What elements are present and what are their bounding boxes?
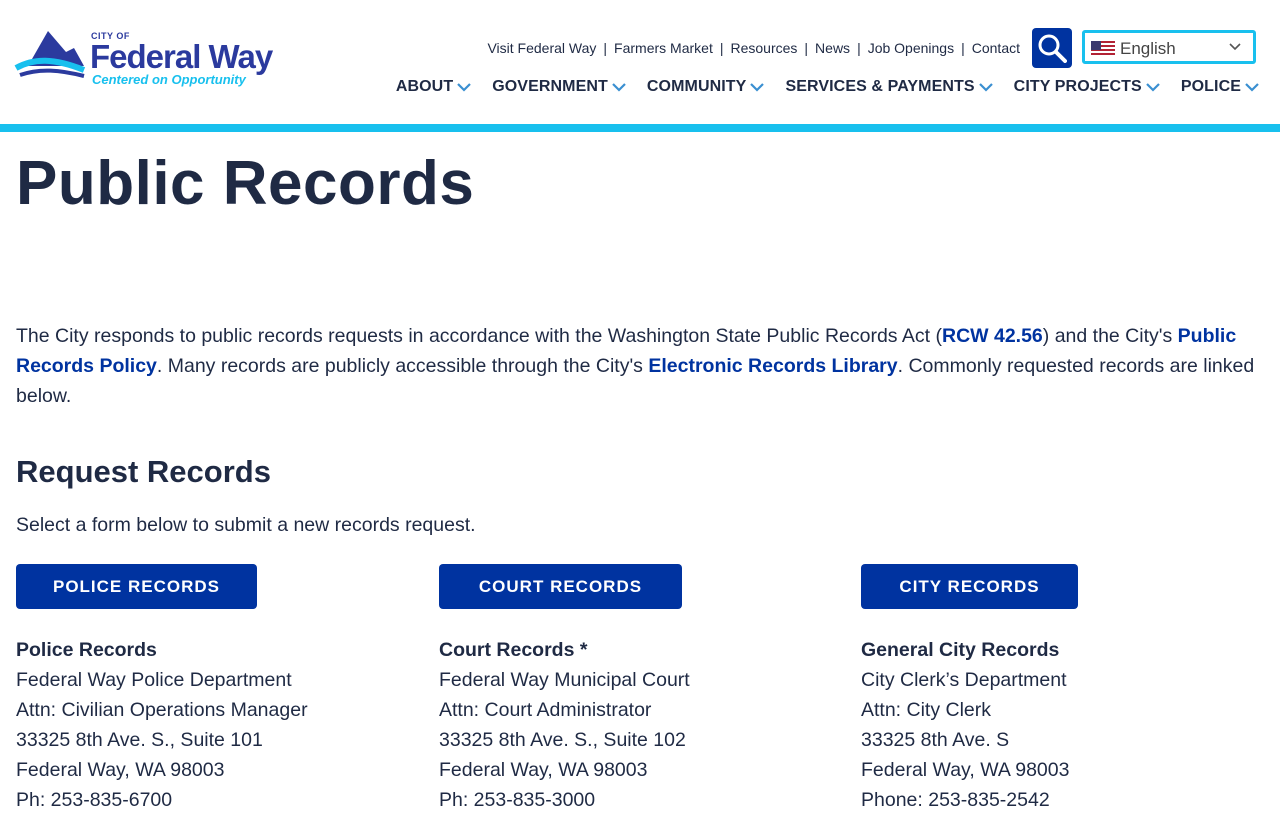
utility-nav: Visit Federal Way | Farmers Market | Res…	[487, 40, 1020, 56]
header-accent-bar	[0, 124, 1280, 132]
police-records-department: Federal Way Police Department	[16, 669, 292, 691]
utility-separator: |	[804, 40, 809, 56]
city-logo[interactable]: CITY OF Federal Way Centered on Opportun…	[14, 28, 276, 90]
chevron-down-icon	[1229, 43, 1241, 51]
court-records-heading: Court Records *	[439, 639, 588, 661]
search-button[interactable]	[1032, 28, 1072, 68]
police-records-address: 33325 8th Ave. S., Suite 101	[16, 729, 263, 751]
chevron-down-icon	[611, 81, 627, 93]
court-records-attn: Attn: Court Administrator	[439, 699, 652, 721]
police-records-heading: Police Records	[16, 639, 157, 661]
utility-link-visit[interactable]: Visit Federal Way	[487, 40, 596, 56]
chevron-down-icon	[749, 81, 765, 93]
utility-link-job-openings[interactable]: Job Openings	[868, 40, 954, 56]
us-flag-icon	[1091, 41, 1115, 57]
police-records-card: POLICE RECORDS Police Records Federal Wa…	[16, 564, 308, 815]
site-header: CITY OF Federal Way Centered on Opportun…	[0, 0, 1280, 124]
chevron-down-icon	[1145, 81, 1161, 93]
nav-community[interactable]: COMMUNITY	[647, 78, 766, 96]
court-records-card: COURT RECORDS Court Records * Federal Wa…	[439, 564, 690, 815]
police-records-phone: Ph: 253-835-6700	[16, 789, 173, 811]
court-records-address: 33325 8th Ave. S., Suite 102	[439, 729, 686, 751]
nav-police[interactable]: POLICE	[1181, 78, 1260, 96]
logo-name: Federal Way	[90, 38, 273, 75]
city-records-phone: Phone: 253-835-2542	[861, 789, 1050, 811]
logo-tagline: Centered on Opportunity	[92, 72, 246, 87]
request-records-heading: Request Records	[16, 454, 271, 489]
nav-police-label: POLICE	[1180, 78, 1241, 95]
city-records-heading: General City Records	[861, 639, 1060, 661]
request-records-text: Select a form below to submit a new reco…	[16, 514, 476, 536]
intro-text: . Many records are publicly accessible t…	[156, 355, 649, 377]
city-records-department: City Clerk’s Department	[861, 669, 1067, 691]
language-select-value: English	[1120, 39, 1176, 58]
city-records-button[interactable]: CITY RECORDS	[861, 564, 1078, 609]
nav-services-payments[interactable]: SERVICES & PAYMENTS	[785, 78, 993, 96]
police-records-attn: Attn: Civilian Operations Manager	[16, 699, 308, 721]
intro-text: ) and the City's	[1042, 325, 1178, 347]
court-records-city: Federal Way, WA 98003	[439, 759, 648, 781]
nav-city-projects[interactable]: CITY PROJECTS	[1014, 78, 1161, 96]
electronic-records-library-link[interactable]: Electronic Records Library	[648, 355, 897, 377]
utility-link-farmers-market[interactable]: Farmers Market	[614, 40, 713, 56]
utility-separator: |	[857, 40, 861, 56]
nav-city-projects-label: CITY PROJECTS	[1013, 78, 1142, 95]
utility-link-contact[interactable]: Contact	[972, 40, 1020, 56]
court-records-phone: Ph: 253-835-3000	[439, 789, 596, 811]
chevron-down-icon	[978, 81, 994, 93]
nav-government-label: GOVERNMENT	[492, 78, 608, 95]
nav-about[interactable]: ABOUT	[396, 78, 472, 96]
language-select[interactable]: English	[1082, 30, 1256, 64]
chevron-down-icon	[456, 81, 472, 93]
city-records-attn: Attn: City Clerk	[861, 699, 992, 721]
utility-separator: |	[961, 40, 965, 56]
main-nav: ABOUT GOVERNMENT COMMUNITY SERVICES & PA…	[376, 78, 1260, 96]
police-records-button[interactable]: POLICE RECORDS	[16, 564, 257, 609]
page-title: Public Records	[16, 149, 475, 218]
nav-about-label: ABOUT	[395, 78, 454, 95]
city-records-city: Federal Way, WA 98003	[861, 759, 1070, 781]
chevron-down-icon	[1244, 81, 1260, 93]
nav-services-payments-label: SERVICES & PAYMENTS	[785, 78, 975, 95]
search-icon	[1038, 34, 1067, 63]
city-records-address: 33325 8th Ave. S	[861, 729, 1010, 751]
city-records-card: CITY RECORDS General City Records City C…	[861, 564, 1078, 815]
court-records-department: Federal Way Municipal Court	[439, 669, 690, 691]
nav-community-label: COMMUNITY	[646, 78, 747, 95]
utility-separator: |	[719, 40, 724, 56]
utility-link-resources[interactable]: Resources	[730, 40, 797, 56]
court-records-button[interactable]: COURT RECORDS	[439, 564, 682, 609]
intro-text: The City responds to public records requ…	[16, 325, 942, 347]
utility-separator: |	[603, 40, 608, 56]
rcw-link[interactable]: RCW 42.56	[942, 325, 1043, 347]
intro-paragraph: The City responds to public records requ…	[16, 321, 1266, 411]
logo-mountain-icon	[14, 31, 86, 78]
police-records-city: Federal Way, WA 98003	[16, 759, 225, 781]
utility-link-news[interactable]: News	[815, 40, 850, 56]
nav-government[interactable]: GOVERNMENT	[492, 78, 627, 96]
